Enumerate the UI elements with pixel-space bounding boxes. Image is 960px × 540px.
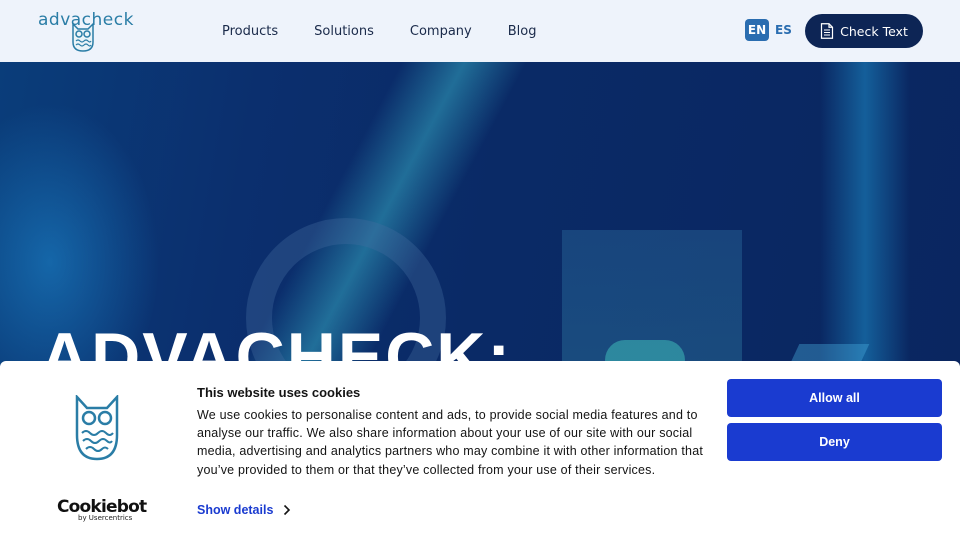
site-header: advacheck Products Solutions Company Blo… [0, 0, 960, 62]
language-en-button[interactable]: EN [745, 19, 769, 41]
nav-company[interactable]: Company [410, 24, 472, 39]
advacheck-logo[interactable]: advacheck [38, 10, 138, 52]
chevron-right-icon [284, 504, 291, 516]
check-text-label: Check Text [840, 23, 908, 39]
owl-logo-icon [72, 22, 94, 52]
nav-solutions[interactable]: Solutions [314, 24, 374, 39]
cookie-description: We use cookies to personalise content an… [197, 408, 704, 477]
cookie-title: This website uses cookies [197, 385, 361, 400]
cookiebot-byline: by Usercentrics [78, 514, 133, 522]
allow-all-button[interactable]: Allow all [727, 379, 942, 417]
cookiebot-logo[interactable]: Cookiebot by Usercentrics [57, 497, 147, 522]
nav-products[interactable]: Products [222, 24, 278, 39]
nav-blog[interactable]: Blog [508, 24, 537, 39]
language-es-button[interactable]: ES [775, 19, 792, 41]
check-text-button[interactable]: Check Text [805, 14, 923, 48]
show-details-link[interactable]: Show details [197, 503, 291, 517]
main-nav: Products Solutions Company Blog [222, 24, 536, 39]
show-details-label: Show details [197, 503, 274, 517]
document-icon [821, 23, 834, 39]
deny-button[interactable]: Deny [727, 423, 942, 461]
owl-logo-icon [75, 395, 119, 461]
